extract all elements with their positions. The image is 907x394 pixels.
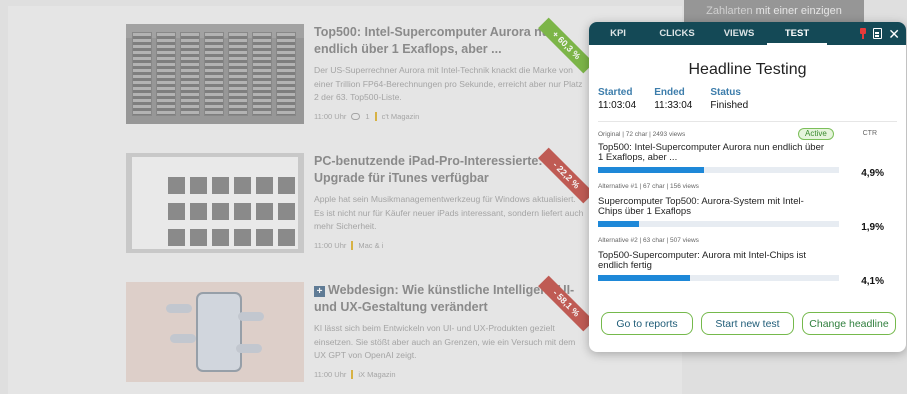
ctr-header: CTR xyxy=(862,130,877,137)
variant-headline: Top500-Supercomputer: Aurora mit Intel-C… xyxy=(598,250,807,271)
started-label: Started xyxy=(598,87,633,98)
ai-illustration-image xyxy=(126,282,304,382)
comment-count[interactable]: 1 xyxy=(365,112,369,121)
variant-alternative-1: Alternative #1 | 67 char | 156 views Sup… xyxy=(598,182,897,233)
change-headline-button[interactable]: Change headline xyxy=(802,312,896,335)
tab-views[interactable]: VIEWS xyxy=(711,22,767,45)
ctr-bar xyxy=(598,221,839,227)
tab-clicks[interactable]: CLICKS xyxy=(643,22,711,45)
variant-alternative-2: Alternative #2 | 63 char | 507 views Top… xyxy=(598,236,897,287)
article-card-3[interactable]: + Webdesign: Wie künstliche Intelligenz U… xyxy=(126,282,586,392)
status-label: Status xyxy=(710,87,741,98)
ctr-bar-fill xyxy=(598,167,705,173)
top-banner[interactable]: Zahlarten mit einer einzigen xyxy=(684,0,864,22)
variant-headline: Supercomputer Top500: Aurora-System mit … xyxy=(598,196,804,217)
article-card-1[interactable]: Top500: Intel-Supercomputer Aurora nun e… xyxy=(126,24,586,134)
document-icon[interactable] xyxy=(873,28,883,39)
pin-icon[interactable] xyxy=(859,28,867,39)
tab-test[interactable]: TEST xyxy=(767,22,827,45)
headline-testing-widget: KPI CLICKS VIEWS TEST ✕ Headline Testing… xyxy=(589,22,906,352)
article-source[interactable]: iX Magazin xyxy=(358,370,395,379)
article-time: 11:00 Uhr xyxy=(314,111,347,121)
variant-ctr: 4,1% xyxy=(861,276,884,287)
ctr-bar xyxy=(598,167,839,173)
ended-label: Ended xyxy=(654,87,685,98)
article-card-2[interactable]: PC-benutzende iPad-Pro-Interessierte: Up… xyxy=(126,153,586,263)
article-title-text[interactable]: Webdesign: Wie künstliche Intelligenz UI… xyxy=(314,283,574,314)
article-teaser: Apple hat sein Musikmanagementwerkzeug f… xyxy=(314,194,584,231)
ctr-bar-fill xyxy=(598,221,639,227)
article-source[interactable]: Mac & i xyxy=(358,241,383,250)
article-thumbnail[interactable] xyxy=(126,153,304,253)
article-source[interactable]: c't Magazin xyxy=(382,112,420,121)
article-thumbnail[interactable] xyxy=(126,282,304,382)
article-teaser: Der US-Superrechner Aurora mit Intel-Tec… xyxy=(314,65,583,102)
variant-meta: Original | 72 char | 2493 views xyxy=(598,131,686,138)
status-value: Finished xyxy=(710,100,749,111)
active-badge: Active xyxy=(798,128,834,140)
itunes-screenshot-image xyxy=(126,153,304,253)
plus-icon: + xyxy=(314,286,325,297)
banner-text-bold: mit einer einzigen xyxy=(755,5,842,17)
close-icon[interactable]: ✕ xyxy=(888,27,900,41)
started-value: 11:03:04 xyxy=(598,100,637,111)
ctr-bar xyxy=(598,275,839,281)
comment-icon[interactable] xyxy=(351,112,361,120)
banner-text: Zahlarten xyxy=(706,5,753,17)
server-rack-image xyxy=(126,24,304,124)
variant-meta: Alternative #1 | 67 char | 156 views xyxy=(598,183,699,190)
article-meta: 11:00 Uhr 1 c't Magazin xyxy=(314,111,586,121)
article-time: 11:00 Uhr xyxy=(314,240,347,250)
variant-original: Original | 72 char | 2493 views Active C… xyxy=(598,128,897,179)
ctr-bar-fill xyxy=(598,275,690,281)
variant-ctr: 4,9% xyxy=(861,168,884,179)
article-teaser: KI lässt sich beim Entwickeln von UI- un… xyxy=(314,323,576,360)
variant-meta: Alternative #2 | 63 char | 507 views xyxy=(598,237,699,244)
tab-kpi[interactable]: KPI xyxy=(593,22,643,45)
widget-actions: Go to reports Start new test Change head… xyxy=(601,312,896,335)
widget-title: Headline Testing xyxy=(688,61,807,78)
variant-headline: Top500: Intel-Supercomputer Aurora nun e… xyxy=(598,142,825,163)
article-meta: 11:00 Uhr Mac & i xyxy=(314,240,586,250)
article-thumbnail[interactable] xyxy=(126,24,304,124)
variant-ctr: 1,9% xyxy=(861,222,884,233)
widget-tab-bar: KPI CLICKS VIEWS TEST ✕ xyxy=(589,22,906,45)
article-time: 11:00 Uhr xyxy=(314,369,347,379)
test-timing: Started 11:03:04 Ended 11:33:04 Status F… xyxy=(598,87,906,113)
go-to-reports-button[interactable]: Go to reports xyxy=(601,312,693,335)
article-meta: 11:00 Uhr iX Magazin xyxy=(314,369,586,379)
ended-value: 11:33:04 xyxy=(654,100,693,111)
start-new-test-button[interactable]: Start new test xyxy=(701,312,794,335)
